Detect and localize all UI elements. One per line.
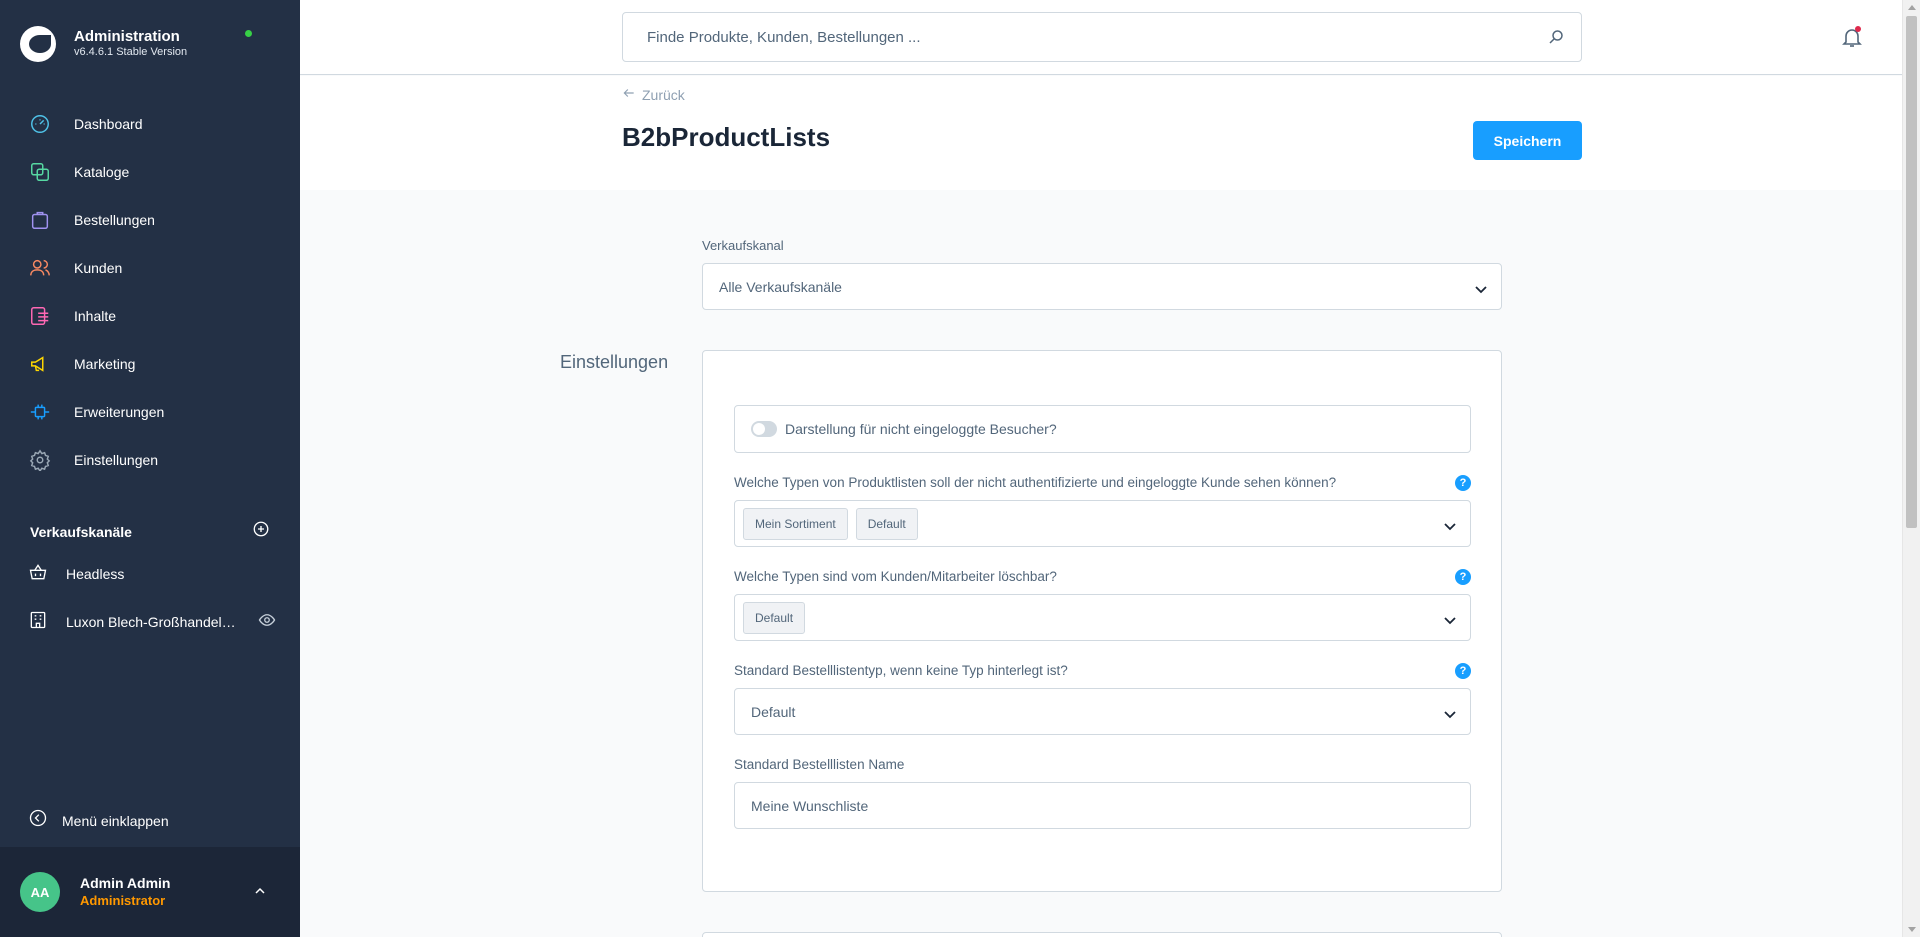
arrow-left-icon xyxy=(622,86,636,103)
orders-icon xyxy=(28,208,52,232)
sales-channel-item-luxon[interactable]: Luxon Blech-Großhandel GmbH xyxy=(28,602,278,642)
tag-default[interactable]: Default xyxy=(855,507,918,540)
brand: Administration v6.4.6.1 Stable Version xyxy=(20,22,280,66)
scroll-down-arrow[interactable] xyxy=(1908,927,1916,932)
help-icon[interactable]: ? xyxy=(1455,475,1471,491)
search-input[interactable] xyxy=(647,28,1527,46)
nav-item-kunden[interactable]: Kunden xyxy=(0,244,300,292)
search-box xyxy=(622,12,1582,62)
collapse-menu-label: Menü einklappen xyxy=(62,812,169,829)
top-bar xyxy=(300,0,1902,75)
settings-card: Darstellung für nicht eingeloggte Besuch… xyxy=(702,350,1502,892)
storefront-icon xyxy=(28,610,48,635)
default-list-name-field xyxy=(734,782,1471,829)
tag-default[interactable]: Default xyxy=(743,601,806,634)
nav-label: Inhalte xyxy=(74,308,117,324)
notification-bell-icon[interactable] xyxy=(1840,25,1864,54)
sales-channel-select[interactable]: Alle Verkaufskanäle xyxy=(702,263,1502,310)
nav-label: Dashboard xyxy=(74,116,143,132)
nav-item-marketing[interactable]: Marketing xyxy=(0,340,300,388)
nav-item-inhalte[interactable]: Inhalte xyxy=(0,292,300,340)
main-nav: Dashboard Kataloge Bestellungen Kunden I… xyxy=(0,100,300,484)
marketing-icon xyxy=(28,352,52,376)
guest-display-label: Darstellung für nicht eingeloggte Besuch… xyxy=(785,421,1057,437)
next-card xyxy=(702,932,1502,937)
search-icon[interactable] xyxy=(1547,28,1565,51)
scroll-up-arrow[interactable] xyxy=(1908,5,1916,10)
help-icon[interactable]: ? xyxy=(1455,569,1471,585)
guest-display-row: Darstellung für nicht eingeloggte Besuch… xyxy=(734,405,1471,453)
user-bar[interactable]: AA Admin Admin Administrator xyxy=(0,847,300,937)
avatar: AA xyxy=(20,872,60,912)
sales-channel-value: Alle Verkaufskanäle xyxy=(719,278,842,295)
extensions-icon xyxy=(28,400,52,424)
back-label: Zurück xyxy=(642,86,685,103)
default-list-name-input[interactable] xyxy=(751,797,1470,814)
nav-item-kataloge[interactable]: Kataloge xyxy=(0,148,300,196)
collapse-menu-button[interactable]: Menü einklappen xyxy=(28,808,169,833)
nav-label: Kunden xyxy=(74,260,123,276)
sidebar: Administration v6.4.6.1 Stable Version D… xyxy=(0,0,300,937)
visible-types-label: Welche Typen von Produktlisten soll der … xyxy=(734,475,1337,490)
default-list-type-value: Default xyxy=(751,703,796,720)
customers-icon xyxy=(28,256,52,280)
page-title: B2bProductLists xyxy=(622,122,831,152)
nav-item-bestellungen[interactable]: Bestellungen xyxy=(0,196,300,244)
nav-item-einstellungen[interactable]: Einstellungen xyxy=(0,436,300,484)
nav-label: Marketing xyxy=(74,356,136,372)
shopware-logo xyxy=(20,26,56,62)
user-role: Administrator xyxy=(80,892,166,908)
settings-icon xyxy=(28,448,52,472)
tag-mein-sortiment[interactable]: Mein Sortiment xyxy=(743,507,848,540)
default-list-type-label: Standard Bestelllistentyp, wenn keine Ty… xyxy=(734,663,1068,678)
chevron-down-icon xyxy=(1444,519,1456,537)
deletable-types-label: Welche Typen sind vom Kunden/Mitarbeiter… xyxy=(734,569,1057,584)
page-header: Zurück B2bProductLists Speichern xyxy=(300,76,1902,190)
sales-channel-item-headless[interactable]: Headless xyxy=(28,554,278,594)
guest-display-toggle[interactable] xyxy=(751,421,777,437)
nav-item-erweiterungen[interactable]: Erweiterungen xyxy=(0,388,300,436)
chevron-down-icon xyxy=(1444,613,1456,631)
nav-label: Einstellungen xyxy=(74,452,159,468)
basket-icon xyxy=(28,562,48,587)
save-button[interactable]: Speichern xyxy=(1473,121,1582,160)
back-link[interactable]: Zurück xyxy=(622,86,685,103)
settings-card-title: Einstellungen xyxy=(560,352,669,372)
nav-label: Bestellungen xyxy=(74,212,155,228)
page-scrollbar[interactable] xyxy=(1902,0,1920,937)
nav-item-dashboard[interactable]: Dashboard xyxy=(0,100,300,148)
chevron-up-icon[interactable] xyxy=(252,883,268,904)
user-name: Admin Admin xyxy=(80,875,171,892)
default-list-name-label: Standard Bestelllisten Name xyxy=(734,757,905,772)
nav-label: Erweiterungen xyxy=(74,404,165,420)
sales-channels-title: Verkaufskanäle xyxy=(30,523,132,540)
scroll-thumb[interactable] xyxy=(1906,16,1917,528)
add-sales-channel-icon[interactable] xyxy=(252,520,270,543)
help-icon[interactable]: ? xyxy=(1455,663,1471,679)
catalog-icon xyxy=(28,160,52,184)
sales-channels-header: Verkaufskanäle xyxy=(30,520,270,543)
brand-title: Administration xyxy=(74,28,180,46)
sales-channel-label: Headless xyxy=(66,566,125,582)
sales-channel-label: Verkaufskanal xyxy=(702,238,784,253)
default-list-type-select[interactable]: Default xyxy=(734,688,1471,735)
brand-version: v6.4.6.1 Stable Version xyxy=(74,46,188,59)
visible-types-select[interactable]: Mein Sortiment Default xyxy=(734,500,1471,547)
deletable-types-select[interactable]: Default xyxy=(734,594,1471,641)
status-indicator xyxy=(245,30,252,37)
sales-channel-label: Luxon Blech-Großhandel GmbH xyxy=(66,614,236,630)
chevron-left-circle-icon xyxy=(28,808,48,833)
eye-icon[interactable] xyxy=(258,611,276,634)
chevron-down-icon xyxy=(1475,282,1487,300)
nav-label: Kataloge xyxy=(74,164,130,180)
dashboard-icon xyxy=(28,112,52,136)
chevron-down-icon xyxy=(1444,707,1456,725)
content-icon xyxy=(28,304,52,328)
